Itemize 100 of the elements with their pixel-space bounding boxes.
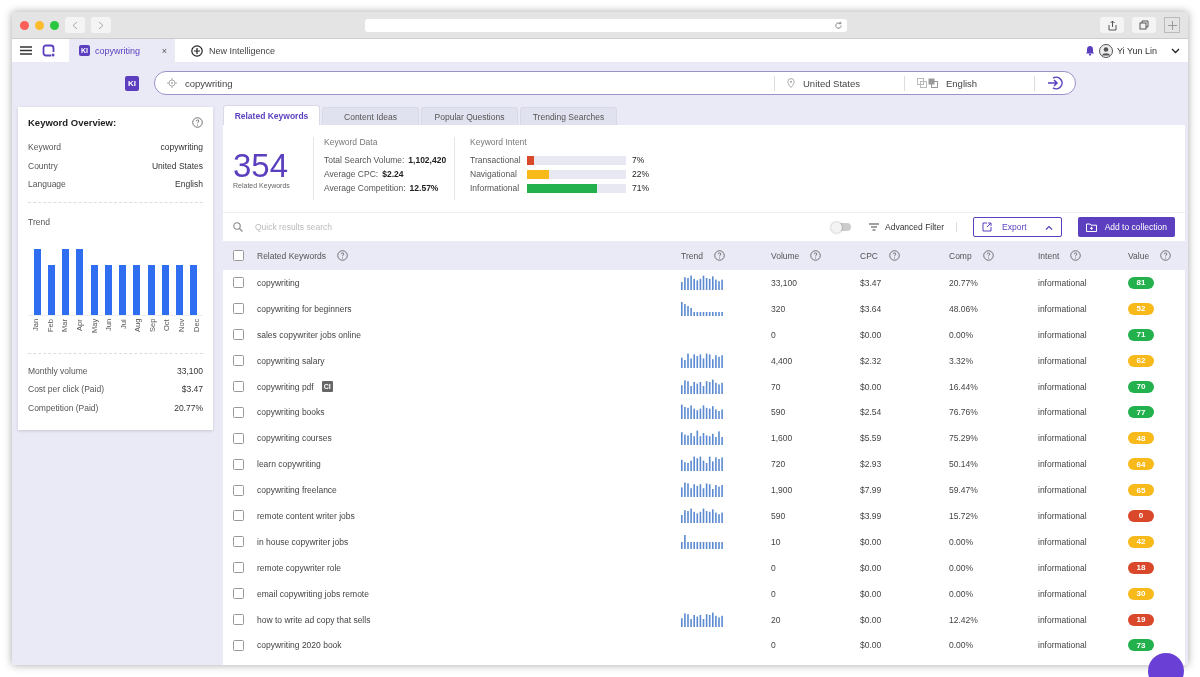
comp-cell-text: 16.44% (949, 381, 979, 392)
avatar-icon[interactable] (1098, 43, 1113, 58)
row-checkbox[interactable] (233, 432, 244, 444)
share-button[interactable] (1100, 17, 1124, 33)
advanced-filter-button[interactable]: Advanced Filter (861, 222, 958, 232)
row-checkbox[interactable] (233, 588, 244, 600)
row-checkbox[interactable] (233, 562, 244, 574)
keyword-cell[interactable]: in house copywriter jobs (257, 536, 349, 547)
row-checkbox[interactable] (233, 639, 244, 651)
trend-bar (119, 264, 127, 315)
tab[interactable]: Content Ideas (322, 107, 419, 125)
reload-icon[interactable] (833, 20, 843, 30)
export-button[interactable]: Export (973, 217, 1062, 237)
stat-value: 20.77% (174, 401, 203, 415)
row-checkbox[interactable] (233, 355, 244, 367)
row-checkbox[interactable] (233, 303, 244, 315)
volume-cell-text: 0 (771, 588, 777, 599)
volume-cell-text: 320 (771, 303, 787, 314)
chevron-up-icon (1044, 224, 1053, 230)
back-button[interactable] (65, 17, 85, 33)
keyword-cell[interactable]: copywriting books (257, 407, 325, 418)
keyword-cell[interactable]: sales copywriter jobs online (257, 329, 361, 340)
value-score: 30 (1128, 587, 1154, 600)
keyword-cell[interactable]: copywriting 2020 book (257, 640, 342, 651)
volume-cell-text: 10 (771, 536, 782, 547)
column-header[interactable]: Intent (1038, 250, 1060, 261)
add-to-collection-button[interactable]: Add to collection (1077, 217, 1175, 237)
row-checkbox[interactable] (233, 510, 244, 522)
row-checkbox[interactable] (233, 614, 244, 625)
help-icon[interactable] (1160, 250, 1172, 261)
bell-icon[interactable] (1084, 45, 1095, 56)
help-icon[interactable] (1070, 250, 1082, 261)
close-tab-button[interactable]: × (161, 45, 167, 56)
new-intelligence-button[interactable]: New Intelligence (185, 43, 282, 58)
column-header[interactable]: CPC (860, 250, 878, 261)
section-title: Keyword Intent (470, 137, 528, 147)
keyword-cell[interactable]: learn copywriting (257, 459, 321, 470)
help-icon[interactable] (713, 250, 725, 261)
comp-cell-text: 0.00% (949, 329, 975, 340)
filter-toggle[interactable] (833, 223, 851, 231)
forward-button[interactable] (91, 17, 111, 33)
help-icon[interactable] (982, 250, 994, 261)
row-checkbox[interactable] (233, 484, 244, 496)
column-header[interactable]: Trend (681, 250, 703, 261)
column-header[interactable]: Comp (949, 250, 972, 261)
help-icon[interactable] (337, 250, 348, 261)
column-header[interactable]: Value (1128, 250, 1150, 261)
language-value[interactable]: English (946, 77, 978, 89)
folder-plus-icon (1085, 222, 1097, 232)
tab[interactable]: Related Keywords (223, 105, 320, 125)
card-title: Keyword Overview: (28, 117, 117, 128)
stat-label: Monthly volume (28, 364, 88, 378)
keyword-cell[interactable]: copywriting salary (257, 355, 325, 366)
help-icon[interactable] (192, 117, 203, 128)
keyword-cell[interactable]: copywriting courses (257, 433, 332, 444)
trend-label: Trend (28, 216, 51, 227)
keyword-cell[interactable]: copywriting (257, 277, 300, 288)
menu-icon[interactable] (20, 46, 32, 55)
keyword-cell[interactable]: copywriting freelance (257, 485, 337, 496)
tab[interactable]: Popular Questions (421, 107, 518, 125)
select-all-checkbox[interactable] (233, 250, 244, 261)
close-window-button[interactable] (20, 20, 29, 30)
logo-icon[interactable] (42, 44, 55, 57)
row-checkbox[interactable] (233, 536, 244, 548)
value-score: 71 (1128, 328, 1154, 341)
column-header[interactable]: Volume (771, 250, 800, 261)
keyword-cell[interactable]: email copywriting jobs remote (257, 588, 369, 599)
intent-cell-text: informational (1038, 433, 1088, 444)
trend-bar (47, 264, 55, 315)
keyword-cell[interactable]: copywriting for beginners (257, 303, 352, 314)
help-icon[interactable] (888, 250, 900, 261)
row-checkbox[interactable] (233, 406, 244, 418)
volume-cell-text: 590 (771, 510, 787, 521)
row-checkbox[interactable] (233, 381, 244, 392)
keyword-cell[interactable]: copywriting pdf (257, 381, 314, 392)
trend-bar (104, 264, 112, 315)
row-checkbox[interactable] (233, 458, 244, 470)
row-checkbox[interactable] (233, 277, 244, 289)
intent-label: Informational (470, 182, 521, 195)
column-header[interactable]: Related Keywords (257, 250, 326, 261)
user-name[interactable]: Yi Yun Lin (1116, 45, 1157, 56)
chevron-down-icon[interactable] (1171, 47, 1180, 54)
keyword-cell[interactable]: how to write ad copy that sells (257, 614, 371, 625)
keyword-cell[interactable]: remote copywriter role (257, 562, 342, 573)
cpc-cell-text: $0.00 (860, 536, 883, 547)
tab[interactable]: Trending Searches (520, 107, 617, 125)
chevron-left-icon (72, 20, 78, 30)
submit-icon[interactable] (1047, 76, 1063, 90)
target-icon (167, 78, 177, 88)
new-tab-button[interactable] (1164, 17, 1180, 33)
row-checkbox[interactable] (233, 329, 244, 341)
help-icon[interactable] (810, 250, 822, 261)
keyword-cell[interactable]: remote content writer jobs (257, 510, 355, 521)
search-bar[interactable]: copywriting United States English (154, 71, 1076, 95)
tabs-button[interactable] (1132, 17, 1156, 33)
maximize-window-button[interactable] (50, 20, 59, 30)
intent-cell-text: informational (1038, 459, 1088, 470)
country-value[interactable]: United States (803, 77, 861, 89)
volume-cell-text: 0 (771, 329, 777, 340)
value-score: 73 (1128, 639, 1154, 652)
